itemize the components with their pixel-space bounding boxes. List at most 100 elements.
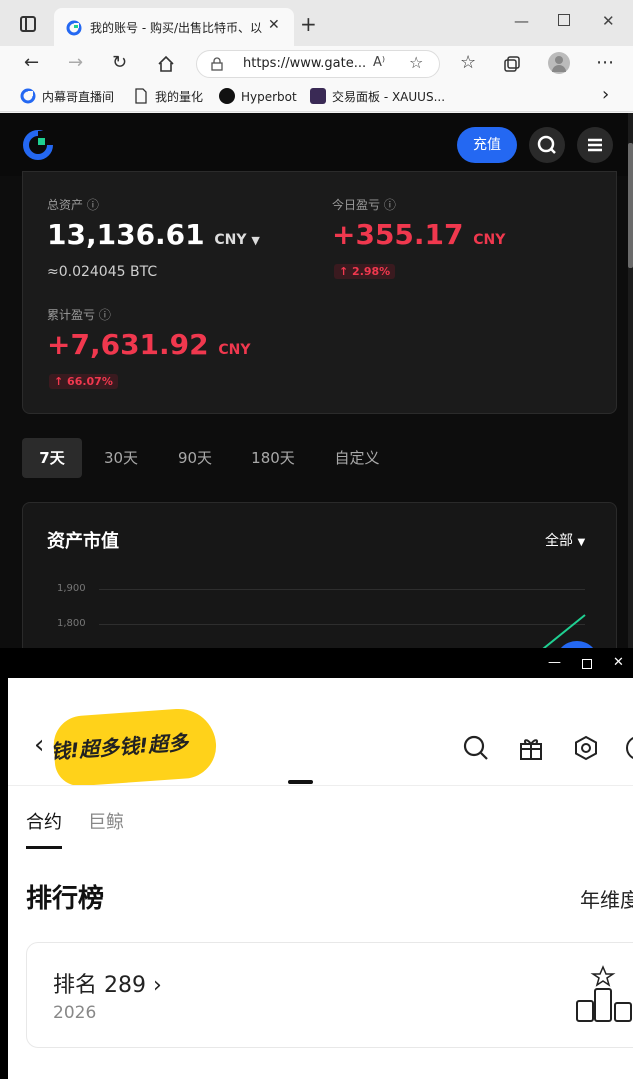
hamburger-icon [588,138,602,152]
bookmark-item[interactable]: 内幕哥直播间 [20,88,114,105]
new-tab-button[interactable]: + [300,14,317,34]
total-assets-value: 13,136.61 CNY ▼ [47,218,260,251]
currency-selector[interactable]: CNY ▼ [214,232,259,248]
browser-toolbar: ← → ↻ https://www.gate... A⁾ ☆ ☆ ⋯ [0,46,633,82]
home-icon[interactable] [157,55,175,73]
today-pnl-label: 今日盈亏 ⓘ [332,198,396,212]
back-icon[interactable]: ← [24,53,39,73]
search-icon [537,135,556,154]
gate-logo[interactable] [22,129,54,161]
period-custom[interactable]: 自定义 [322,438,392,478]
maximize-icon[interactable] [582,659,592,669]
banner-text: 钱!超多钱!超多 [51,730,189,764]
market-value-card: 资产市值 全部 ▼ 1,900 1,800 [22,502,617,648]
favorites-icon[interactable]: ☆ [460,53,476,73]
scroll-indicator [288,780,313,784]
bookmark-item[interactable]: Hyperbot [219,88,297,104]
refresh-icon[interactable]: ↻ [112,53,127,73]
gate-favicon-icon [20,88,36,104]
deposit-button[interactable]: 充值 [457,127,517,163]
rank-card[interactable]: 排名 289 › 2026 [26,942,633,1048]
collections-icon[interactable] [503,55,521,73]
today-pnl-percent: ↑ 2.98% [334,264,396,279]
cumulative-pnl-percent: ↑ 66.07% [49,374,118,389]
add-favorite-icon[interactable]: ☆ [409,53,423,72]
tab-bar: 我的账号 - 购买/出售比特币、以 ✕ + — ✕ [0,0,633,46]
settings-icon[interactable] [572,734,600,762]
cumulative-pnl-label: 累计盈亏 ⓘ [47,308,111,322]
total-btc-value: ≈0.024045 BTC [47,264,158,280]
back-icon[interactable]: ‹ [34,730,44,760]
active-tab-underline [26,846,62,849]
read-aloud-icon[interactable]: A⁾ [373,55,385,70]
total-assets-label: 总资产 ⓘ [47,198,99,212]
trading-panel-icon [310,88,326,104]
tab-whale[interactable]: 巨鲸 [88,808,124,834]
gate-account-page: 充值 总资产 ⓘ 13,136.61 CNY ▼ ≈0.024045 BTC 今… [0,113,628,648]
info-icon[interactable]: ⓘ [384,198,396,212]
page-scrollbar[interactable] [628,113,633,648]
tab-title: 我的账号 - 购买/出售比特币、以 [90,21,263,35]
close-window-icon[interactable]: ✕ [602,12,615,30]
period-180d[interactable]: 180天 [238,438,308,478]
period-30d[interactable]: 30天 [90,438,152,478]
bookmark-label: 交易面板 - XAUUS... [332,90,446,104]
today-pnl-value: +355.17 CNY [332,218,506,251]
close-window-icon[interactable]: ✕ [613,655,624,670]
asset-summary-card: 总资产 ⓘ 13,136.61 CNY ▼ ≈0.024045 BTC 今日盈亏… [22,171,617,414]
rank-year: 2026 [53,1003,97,1023]
y-tick-label: 1,900 [57,583,86,594]
url-text: https://www.gate... [243,56,367,71]
chevron-right-icon: › [153,973,162,998]
caret-down-icon: ▼ [577,537,586,548]
more-icon[interactable] [626,736,633,760]
y-tick-label: 1,800 [57,618,86,629]
cumulative-pnl-value: +7,631.92 CNY [47,328,251,361]
tab-close-icon[interactable]: ✕ [268,17,280,33]
gift-icon[interactable] [517,734,545,762]
tab-actions-icon[interactable] [20,16,36,32]
bookmark-item[interactable]: 交易面板 - XAUUS... [310,88,445,105]
info-icon[interactable]: ⓘ [87,198,99,212]
lock-icon [211,57,223,71]
browser-tab[interactable]: 我的账号 - 购买/出售比特币、以 ✕ [54,8,294,46]
ranking-app-window: — ✕ ‹ 钱!超多钱!超多 合约 巨鲸 排行榜 年维度 排名 289 › 20… [0,648,633,1079]
ranking-page: ‹ 钱!超多钱!超多 合约 巨鲸 排行榜 年维度 排名 289 › 2026 [8,678,633,1079]
scrollbar-thumb[interactable] [628,143,633,268]
minimize-icon[interactable]: — [548,655,561,670]
bookmark-label: 内幕哥直播间 [42,90,115,104]
bookmarks-overflow-icon[interactable]: › [602,84,609,105]
period-7d[interactable]: 7天 [22,438,82,478]
forward-icon[interactable]: → [68,53,83,73]
page-icon [135,88,147,104]
bookmarks-bar: 内幕哥直播间 我的量化 Hyperbot 交易面板 - XAUUS... › [0,82,633,112]
section-title: 排行榜 [26,884,105,914]
tab-contract[interactable]: 合约 [26,808,62,834]
bookmark-item[interactable]: 我的量化 [133,88,203,105]
maximize-icon[interactable] [558,14,570,26]
caret-down-icon: ▼ [251,234,260,247]
period-90d[interactable]: 90天 [164,438,226,478]
search-button[interactable] [529,127,565,163]
gridline [99,589,585,590]
info-icon[interactable]: ⓘ [99,308,111,322]
rank-label[interactable]: 排名 289 › [53,967,162,999]
header-divider [8,785,633,786]
period-dimension-toggle[interactable]: 年维度 [580,884,633,913]
address-bar[interactable]: https://www.gate... A⁾ ☆ [196,50,440,78]
search-icon[interactable] [462,734,490,762]
minimize-icon[interactable]: — [514,12,529,30]
gate-favicon-icon [66,20,82,36]
market-value-title: 资产市值 [47,531,119,552]
menu-button[interactable] [577,127,613,163]
profile-banner: 钱!超多钱!超多 [51,706,219,788]
window-left-edge [0,678,8,1079]
more-menu-icon[interactable]: ⋯ [596,53,614,73]
bookmark-label: 我的量化 [155,90,204,104]
app2-titlebar: — ✕ [0,648,633,678]
podium-icon [576,965,632,1022]
bookmark-label: Hyperbot [241,90,297,104]
asset-filter-dropdown[interactable]: 全部 ▼ [545,530,585,550]
site-header: 充值 [0,113,628,176]
profile-avatar[interactable] [548,52,570,74]
